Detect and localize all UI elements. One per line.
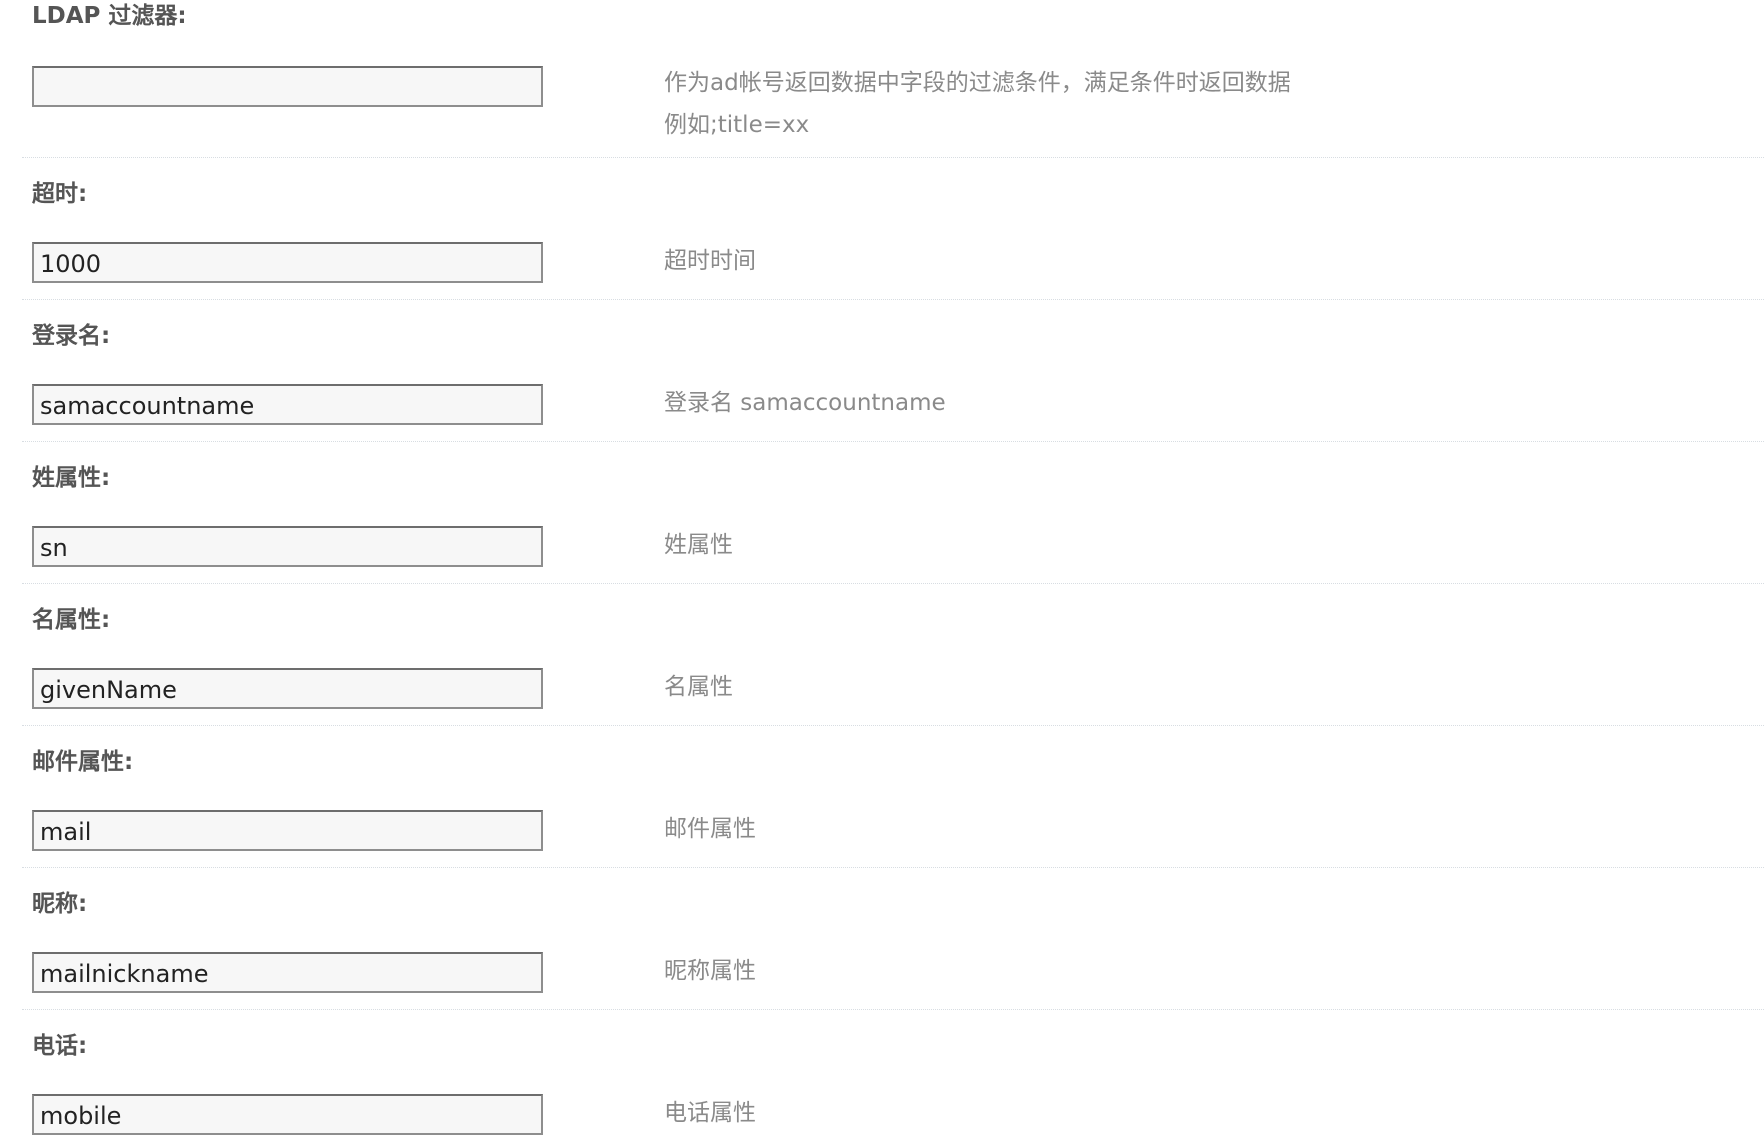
field-phone: 电话: 电话属性: [22, 1010, 1764, 1146]
field-label: 登录名:: [32, 323, 111, 349]
field-hint: 昵称属性: [664, 958, 756, 984]
ldap-settings-form: LDAP 过滤器: 作为ad帐号返回数据中字段的过滤条件，满足条件时返回数据 例…: [0, 0, 1764, 1146]
timeout-input[interactable]: [32, 242, 543, 283]
login-name-input[interactable]: [32, 384, 543, 425]
field-hint: 名属性: [664, 674, 733, 700]
field-hint: 邮件属性: [664, 816, 756, 842]
field-label: 名属性:: [32, 607, 111, 633]
field-hint: 姓属性: [664, 532, 733, 558]
field-hint: 登录名 samaccountname: [664, 390, 946, 416]
field-label: 姓属性:: [32, 465, 111, 491]
field-surname-attribute: 姓属性: 姓属性: [22, 442, 1764, 584]
field-timeout: 超时: 超时时间: [22, 158, 1764, 300]
field-hint: 电话属性: [664, 1100, 756, 1126]
field-label: LDAP 过滤器:: [32, 3, 187, 29]
field-hint: 作为ad帐号返回数据中字段的过滤条件，满足条件时返回数据 例如;title=xx: [664, 62, 1291, 146]
nickname-input[interactable]: [32, 952, 543, 993]
field-label: 超时:: [32, 181, 88, 207]
field-login-name: 登录名: 登录名 samaccountname: [22, 300, 1764, 442]
hint-line: 作为ad帐号返回数据中字段的过滤条件，满足条件时返回数据: [664, 70, 1291, 96]
field-label: 邮件属性:: [32, 749, 134, 775]
mail-attribute-input[interactable]: [32, 810, 543, 851]
field-nickname: 昵称: 昵称属性: [22, 868, 1764, 1010]
field-label: 电话:: [32, 1033, 88, 1059]
field-given-name-attribute: 名属性: 名属性: [22, 584, 1764, 726]
ldap-filter-input[interactable]: [32, 66, 543, 107]
given-name-attribute-input[interactable]: [32, 668, 543, 709]
field-ldap-filter: LDAP 过滤器: 作为ad帐号返回数据中字段的过滤条件，满足条件时返回数据 例…: [22, 0, 1764, 158]
field-label: 昵称:: [32, 891, 88, 917]
phone-input[interactable]: [32, 1094, 543, 1135]
field-mail-attribute: 邮件属性: 邮件属性: [22, 726, 1764, 868]
field-hint: 超时时间: [664, 248, 756, 274]
surname-attribute-input[interactable]: [32, 526, 543, 567]
hint-line: 例如;title=xx: [664, 112, 810, 138]
